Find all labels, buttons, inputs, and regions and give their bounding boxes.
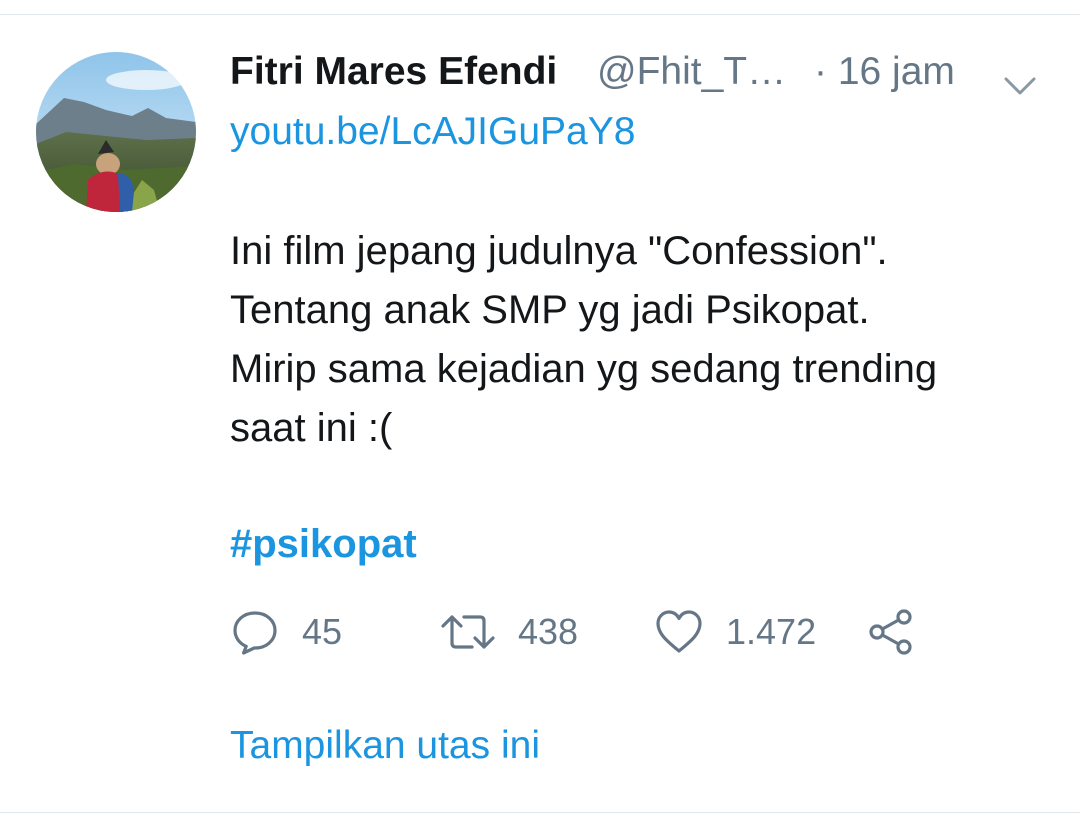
top-divider	[0, 14, 1080, 15]
bottom-divider	[0, 812, 1080, 813]
like-button[interactable]: 1.472	[654, 600, 816, 664]
reply-icon	[230, 607, 280, 657]
reply-button[interactable]: 45	[230, 600, 342, 664]
tweet-header: Fitri Mares Efendi @Fhit_T… · 16 jam	[230, 48, 1050, 98]
tweet-actions: 45 438 1.472	[230, 600, 950, 664]
retweet-button[interactable]: 438	[440, 600, 578, 664]
share-icon	[866, 607, 916, 657]
tweet-timestamp[interactable]: · 16 jam	[814, 48, 955, 96]
tweet-text-line: Mirip sama kejadian yg sedang trending	[230, 347, 938, 391]
chevron-down-icon[interactable]	[1000, 62, 1040, 95]
heart-icon	[654, 607, 704, 657]
tweet-text-line: Ini film jepang judulnya "Confession".	[230, 229, 888, 273]
tweet-text-line: saat ini :(	[230, 406, 393, 450]
retweet-icon	[440, 607, 496, 657]
avatar-image	[36, 52, 196, 212]
avatar[interactable]	[36, 52, 196, 212]
retweet-count: 438	[518, 611, 579, 652]
author-display-name[interactable]: Fitri Mares Efendi	[230, 48, 557, 96]
author-handle[interactable]: @Fhit_T…	[597, 48, 786, 96]
like-count: 1.472	[726, 611, 817, 652]
share-button[interactable]	[866, 600, 916, 664]
tweet-text: Ini film jepang judulnya "Confession". T…	[230, 222, 1050, 458]
tweet-text-line: Tentang anak SMP yg jadi Psikopat.	[230, 288, 870, 332]
reply-count: 45	[302, 611, 343, 652]
hashtag-link[interactable]: #psikopat	[230, 519, 417, 569]
show-thread-link[interactable]: Tampilkan utas ini	[230, 722, 540, 770]
tweet-link[interactable]: youtu.be/LcAJIGuPaY8	[230, 108, 635, 156]
